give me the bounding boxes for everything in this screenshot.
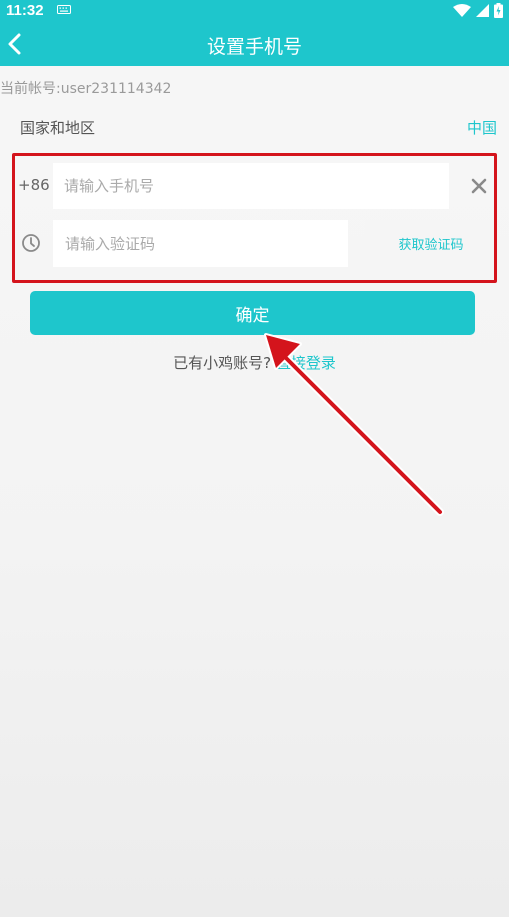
app-bar: 设置手机号 — [0, 22, 509, 66]
status-bar: 11:32 — [0, 0, 509, 22]
signal-icon — [475, 4, 489, 17]
wifi-icon — [453, 4, 472, 17]
current-account-label: 当前帐号:user231114342 — [0, 81, 172, 97]
status-time: 11:32 — [6, 2, 44, 19]
page-title: 设置手机号 — [206, 36, 302, 58]
direct-login-link[interactable]: 直接登录 — [276, 354, 336, 372]
clock-icon — [22, 234, 40, 252]
status-icons — [453, 3, 503, 22]
phone-input[interactable] — [53, 163, 449, 209]
region-label: 国家和地区 — [20, 119, 96, 137]
clear-icon[interactable] — [468, 175, 490, 197]
keyboard-icon — [57, 5, 71, 14]
confirm-button[interactable]: 确定 — [30, 291, 475, 335]
battery-icon — [494, 3, 503, 18]
login-prompt: 已有小鸡账号? 直接登录 — [0, 352, 509, 373]
verification-code-input[interactable] — [53, 220, 348, 267]
region-selector[interactable]: 中国 — [467, 117, 497, 138]
country-code-prefix[interactable]: +86 — [18, 176, 50, 194]
get-code-button[interactable]: 获取验证码 — [365, 220, 497, 267]
login-question: 已有小鸡账号? — [173, 354, 272, 372]
